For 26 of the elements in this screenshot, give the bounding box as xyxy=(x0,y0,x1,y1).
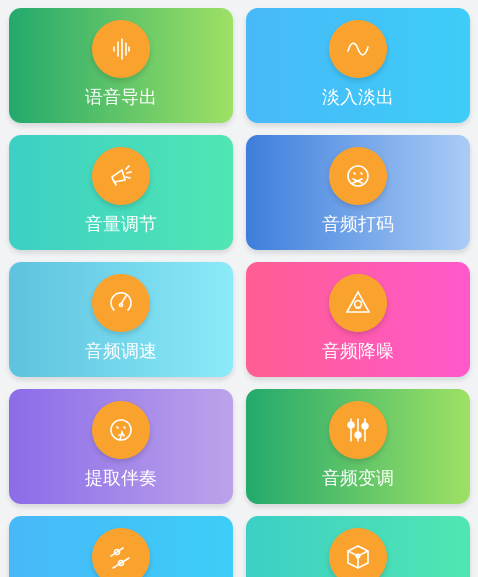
tool-label: 语音导出 xyxy=(85,87,157,109)
tool-card[interactable]: 提取伴奏 xyxy=(9,389,233,504)
tool-label: 淡入淡出 xyxy=(322,87,394,109)
megaphone-icon xyxy=(92,147,150,205)
tool-label: 音频打码 xyxy=(322,214,394,236)
tool-label: 音频降噪 xyxy=(322,341,394,363)
cube-icon xyxy=(329,528,387,577)
knob-lines-icon xyxy=(92,528,150,577)
tool-card[interactable]: 音频打码 xyxy=(246,135,470,250)
hush-face-icon xyxy=(92,401,150,459)
muzzled-face-icon xyxy=(329,147,387,205)
speedometer-icon xyxy=(92,274,150,332)
tool-label: 音量调节 xyxy=(85,214,157,236)
tool-label: 音频调速 xyxy=(85,341,157,363)
tool-label: 提取伴奏 xyxy=(85,468,157,490)
tool-card[interactable]: 音量调节 xyxy=(9,135,233,250)
tool-card[interactable]: 音频调速 xyxy=(9,262,233,377)
tool-card[interactable]: 淡入淡出 xyxy=(246,8,470,123)
waveform-icon xyxy=(92,20,150,78)
warning-icon xyxy=(329,274,387,332)
sine-wave-icon xyxy=(329,20,387,78)
tool-card[interactable]: 音频变调 xyxy=(246,389,470,504)
tool-card[interactable]: 语音导出 xyxy=(9,8,233,123)
tool-card[interactable]: 音频降噪 xyxy=(246,262,470,377)
sliders-icon xyxy=(329,401,387,459)
tool-label: 音频变调 xyxy=(322,468,394,490)
